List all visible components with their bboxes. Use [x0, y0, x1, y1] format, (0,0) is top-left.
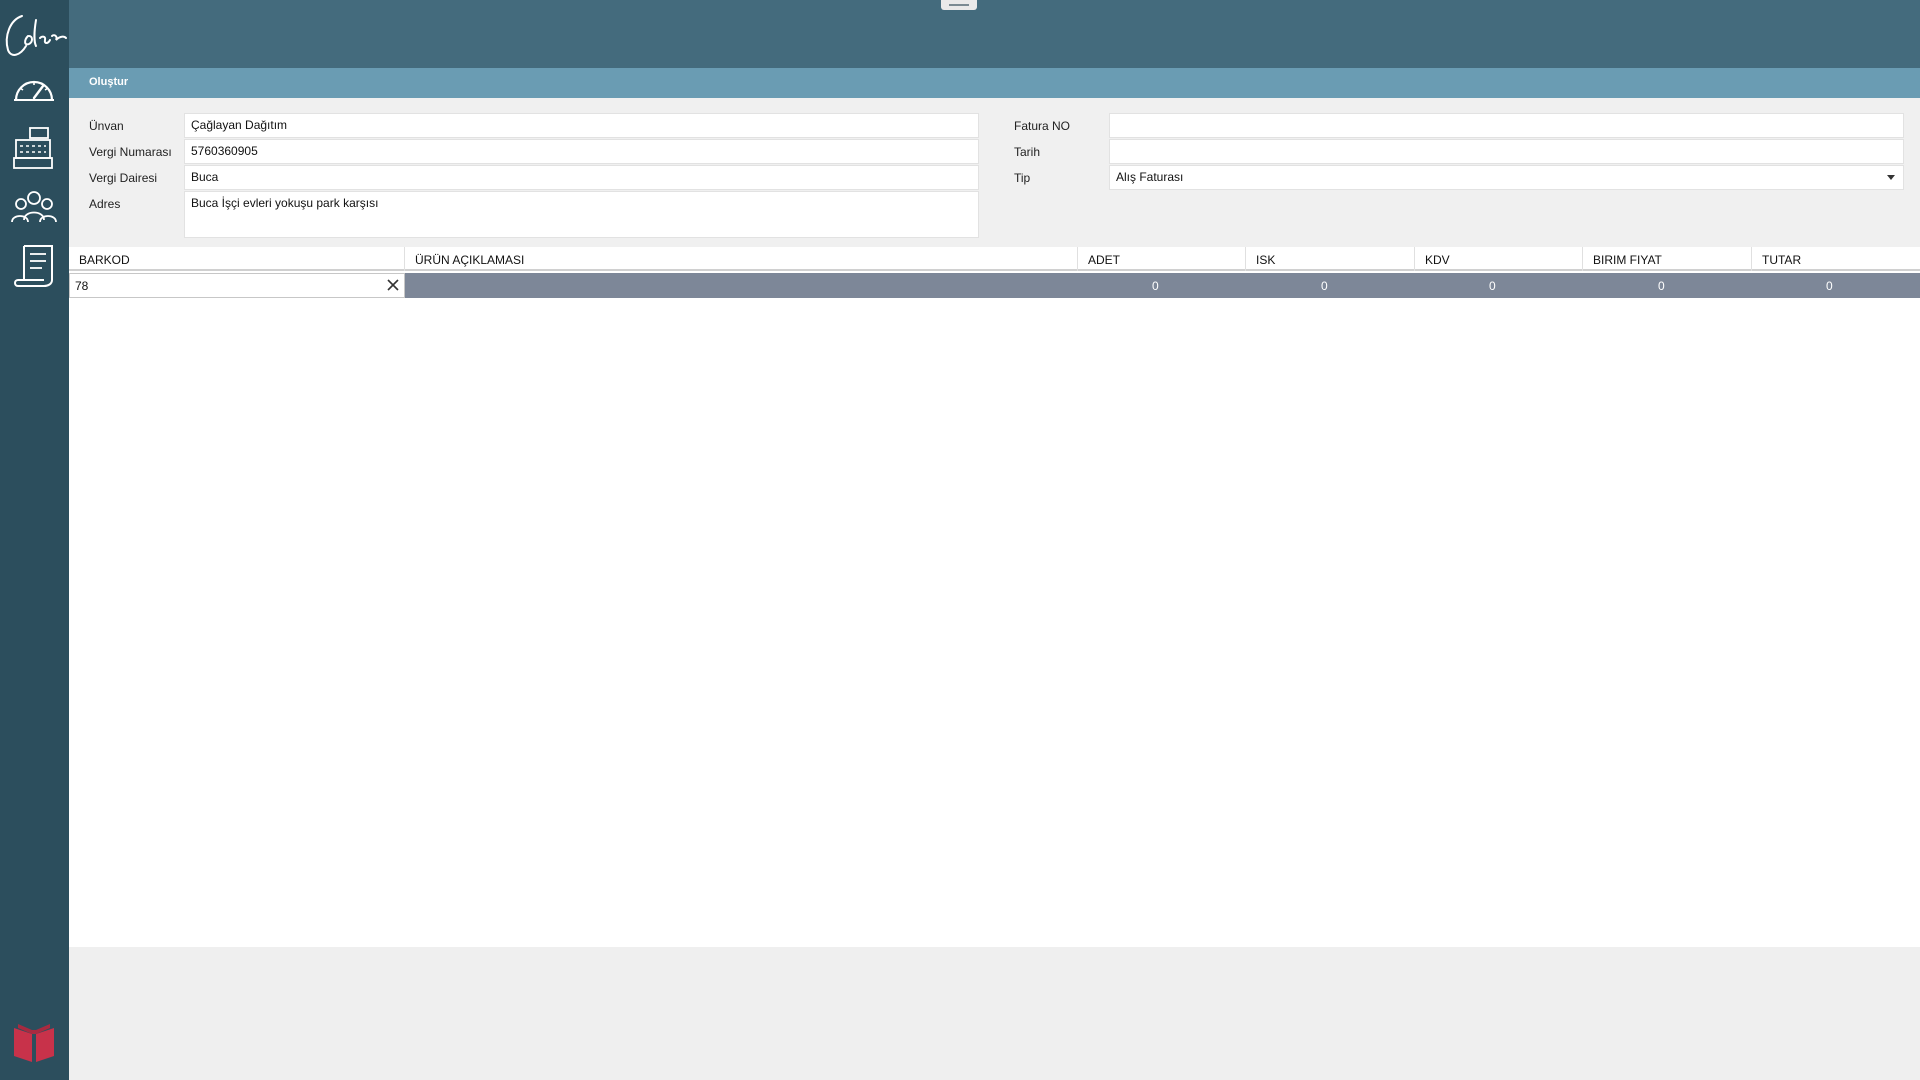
- sidebar: [0, 0, 69, 1080]
- invoice-form: Ünvan Çağlayan Dağıtım Vergi Numarası 57…: [69, 98, 1920, 247]
- bottom-panel: [69, 947, 1920, 1080]
- column-header-urun-aciklamasi[interactable]: ÜRÜN AÇIKLAMASI: [405, 247, 1078, 271]
- adres-label: Adres: [89, 197, 121, 211]
- fatura-no-field[interactable]: [1109, 113, 1904, 138]
- cell-birim-fiyat[interactable]: 0: [1650, 273, 1750, 298]
- customers-group-icon[interactable]: [10, 186, 58, 230]
- cell-kdv[interactable]: 0: [1481, 273, 1581, 298]
- column-header-adet[interactable]: ADET: [1078, 247, 1246, 271]
- adres-field[interactable]: Buca İşçi evleri yokuşu park karşısı: [184, 191, 979, 238]
- invoice-items-grid: BARKOD ÜRÜN AÇIKLAMASI ADET ISK KDV BIRI…: [69, 247, 1920, 947]
- cell-tutar[interactable]: 0: [1818, 273, 1918, 298]
- vergi-dairesi-field[interactable]: Buca: [184, 165, 979, 190]
- app-logo: [5, 15, 67, 56]
- cell-isk[interactable]: 0: [1313, 273, 1413, 298]
- vergi-numarasi-field[interactable]: 5760360905: [184, 139, 979, 164]
- cash-register-icon[interactable]: [10, 126, 58, 170]
- table-row[interactable]: 78 0 0 0 0 0: [69, 273, 1920, 298]
- cell-urun-aciklamasi[interactable]: [405, 273, 1078, 298]
- column-header-kdv[interactable]: KDV: [1415, 247, 1583, 271]
- cell-adet[interactable]: 0: [1144, 273, 1244, 298]
- section-header: Oluştur: [69, 68, 1920, 98]
- grid-header: BARKOD ÜRÜN AÇIKLAMASI ADET ISK KDV BIRI…: [69, 247, 1920, 271]
- invoice-document-icon[interactable]: [10, 244, 58, 288]
- unvan-field[interactable]: Çağlayan Dağıtım: [184, 113, 979, 138]
- column-header-barkod[interactable]: BARKOD: [69, 247, 405, 271]
- tarih-field[interactable]: [1109, 139, 1904, 164]
- barkod-value: 78: [75, 279, 89, 293]
- vergi-dairesi-label: Vergi Dairesi: [89, 171, 158, 185]
- top-header: [69, 0, 1920, 68]
- panel-grip-handle[interactable]: [941, 0, 977, 10]
- section-title: Oluştur: [89, 76, 129, 88]
- chevron-down-icon[interactable]: [1887, 175, 1895, 180]
- vergi-numarasi-label: Vergi Numarası: [89, 145, 172, 159]
- clear-icon[interactable]: [385, 277, 401, 293]
- barkod-input[interactable]: 78: [69, 273, 405, 298]
- tip-selected-value: Alış Faturası: [1116, 170, 1184, 184]
- dashboard-gauge-icon[interactable]: [10, 66, 58, 110]
- tip-label: Tip: [1014, 171, 1031, 185]
- fatura-no-label: Fatura NO: [1014, 119, 1071, 133]
- column-header-birim-fiyat[interactable]: BIRIM FIYAT: [1583, 247, 1752, 271]
- unvan-label: Ünvan: [89, 119, 124, 133]
- column-header-tutar[interactable]: TUTAR: [1752, 247, 1920, 271]
- book-icon[interactable]: [12, 1022, 56, 1064]
- tip-select[interactable]: Alış Faturası: [1109, 165, 1904, 190]
- tarih-label: Tarih: [1014, 145, 1041, 159]
- column-header-isk[interactable]: ISK: [1246, 247, 1415, 271]
